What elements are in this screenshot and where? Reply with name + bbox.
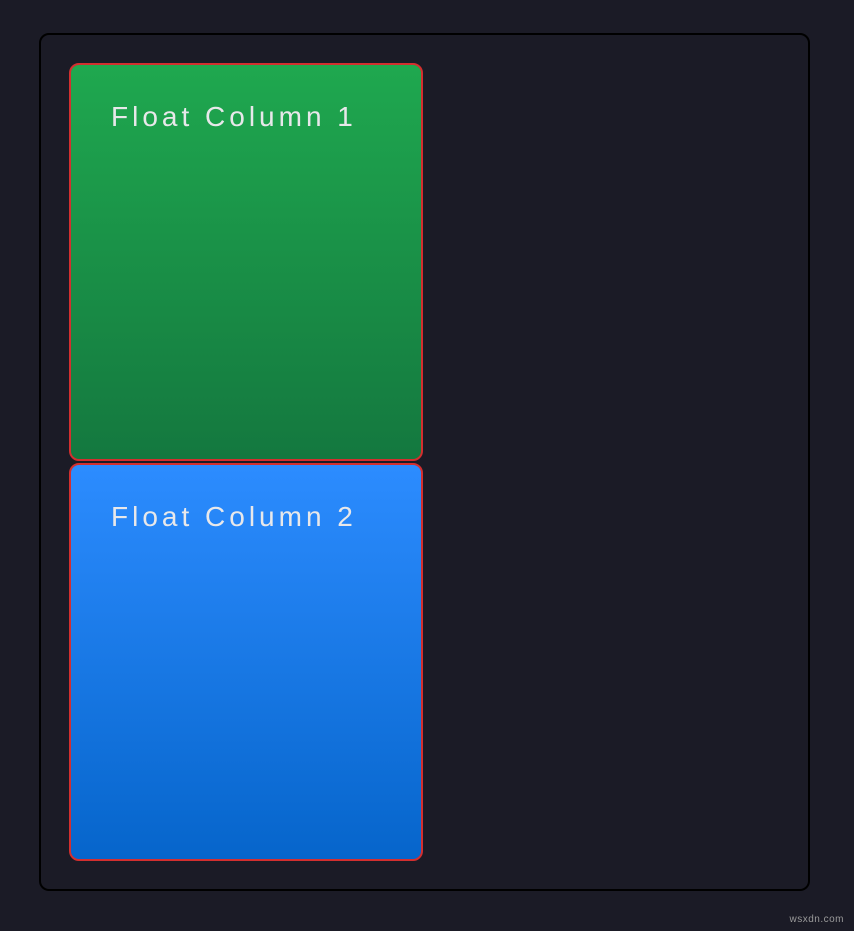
outer-container: Float Column 1 Float Column 2 (39, 33, 810, 891)
column-1-title: Float Column 1 (111, 101, 381, 133)
watermark: wsxdn.com (789, 914, 844, 925)
column-2-title: Float Column 2 (111, 501, 381, 533)
float-column-1: Float Column 1 (69, 63, 423, 461)
float-column-2: Float Column 2 (69, 463, 423, 861)
